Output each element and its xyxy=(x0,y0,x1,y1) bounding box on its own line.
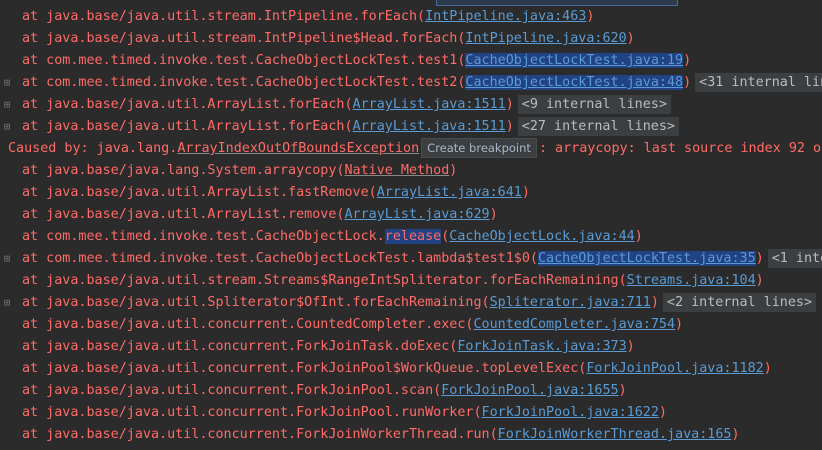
console-output: at java.base/java.util.stream.IntPipelin… xyxy=(0,0,822,450)
source-link[interactable]: IntPipeline.java:463 xyxy=(425,9,586,24)
source-link[interactable]: IntPipeline.java:620 xyxy=(465,31,626,46)
fold-expand-icon[interactable]: ⊞ xyxy=(0,94,14,116)
stack-frame-text: at java.base/java.util.ArrayList.forEach… xyxy=(22,119,353,134)
stack-frame-text: at java.base/java.util.ArrayList.fastRem… xyxy=(22,185,377,200)
source-link[interactable]: CountedCompleter.java:754 xyxy=(473,317,675,332)
internal-lines-badge[interactable]: <9 internal lines> xyxy=(517,95,671,114)
highlighted-method: release xyxy=(384,229,442,244)
exception-message: : arraycopy: last source index 92 ou xyxy=(538,141,822,156)
fold-expand-icon[interactable]: ⊞ xyxy=(0,292,14,314)
source-link[interactable]: ForkJoinPool.java:1622 xyxy=(482,405,659,420)
stack-frame-text: at java.base/java.util.Spliterator$OfInt… xyxy=(22,295,490,310)
source-link[interactable]: Spliterator.java:711 xyxy=(490,295,651,310)
stack-frame-text: at java.base/java.util.ArrayList.forEach… xyxy=(22,97,353,112)
fold-expand-icon[interactable]: ⊞ xyxy=(0,72,14,94)
stack-frame-text: at com.mee.timed.invoke.test.CacheObject… xyxy=(22,251,538,266)
stack-frame-text: at java.base/java.util.concurrent.ForkJo… xyxy=(22,405,482,420)
caused-by-text: Caused by: java.lang. xyxy=(8,141,178,156)
source-link[interactable]: CacheObjectLockTest.java:35 xyxy=(537,251,756,266)
stack-frame-text: at java.base/java.lang.System.arraycopy( xyxy=(22,163,345,178)
native-method-label: Native Method xyxy=(344,163,450,178)
stack-frame-text: at java.base/java.util.concurrent.Counte… xyxy=(22,317,474,332)
stack-frame-text: at com.mee.timed.invoke.test.CacheObject… xyxy=(22,75,466,90)
source-link[interactable]: ForkJoinWorkerThread.java:165 xyxy=(498,427,732,442)
source-link[interactable]: ArrayList.java:641 xyxy=(377,185,522,200)
fold-expand-icon[interactable]: ⊞ xyxy=(0,116,14,138)
source-link[interactable]: CacheObjectLockTest.java:19 xyxy=(465,53,684,68)
source-link[interactable]: CacheObjectLock.java:44 xyxy=(449,229,634,244)
create-breakpoint-button[interactable]: Create breakpoint xyxy=(421,138,537,158)
source-link[interactable]: ForkJoinPool.java:1182 xyxy=(586,361,763,376)
stack-frame-text: at java.base/java.util.concurrent.ForkJo… xyxy=(22,383,442,398)
source-link[interactable]: Streams.java:104 xyxy=(627,273,756,288)
source-link[interactable]: ForkJoinTask.java:373 xyxy=(457,339,626,354)
source-link[interactable]: ForkJoinPool.java:1655 xyxy=(441,383,618,398)
stack-frame-text: at java.base/java.util.ArrayList.remove( xyxy=(22,207,345,222)
internal-lines-badge[interactable]: <27 internal lines> xyxy=(517,117,679,136)
stack-frame-text: at java.base/java.util.concurrent.ForkJo… xyxy=(22,339,458,354)
stack-frame-text: at java.base/java.util.stream.Streams$Ra… xyxy=(22,273,627,288)
stack-frame-text: at java.base/java.util.concurrent.ForkJo… xyxy=(22,361,587,376)
internal-lines-badge[interactable]: <1 inte xyxy=(767,249,822,268)
stack-frame-text: at java.base/java.util.stream.IntPipelin… xyxy=(22,9,426,24)
fold-expand-icon[interactable]: ⊞ xyxy=(0,248,14,270)
source-link[interactable]: ArrayList.java:1511 xyxy=(353,119,506,134)
stack-frame-text: at java.base/java.util.concurrent.ForkJo… xyxy=(22,427,498,442)
source-link[interactable]: ArrayList.java:629 xyxy=(344,207,489,222)
stack-frame-text: at com.mee.timed.invoke.test.CacheObject… xyxy=(22,229,385,244)
source-link[interactable]: ArrayList.java:1511 xyxy=(353,97,506,112)
internal-lines-badge[interactable]: <31 internal lin xyxy=(695,73,822,92)
source-link[interactable]: CacheObjectLockTest.java:48 xyxy=(465,75,684,90)
stack-frame-text: at java.base/java.util.stream.IntPipelin… xyxy=(22,31,466,46)
internal-lines-badge[interactable]: <2 internal lines> xyxy=(662,293,817,312)
stack-frame-text: at com.mee.timed.invoke.test.CacheObject… xyxy=(22,53,466,68)
exception-class-link[interactable]: ArrayIndexOutOfBoundsException xyxy=(177,141,419,156)
